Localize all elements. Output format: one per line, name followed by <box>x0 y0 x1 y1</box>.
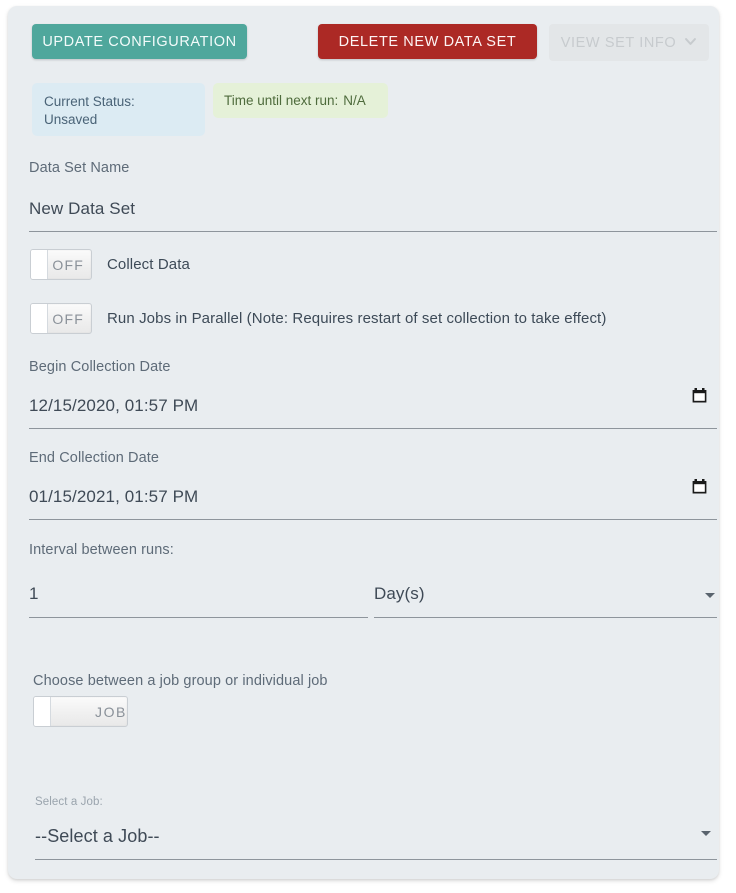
calendar-icon[interactable] <box>692 479 707 495</box>
interval-amount-underline <box>29 617 368 618</box>
interval-unit-wrapper: Day(s) <box>374 582 717 618</box>
chevron-down-icon[interactable] <box>701 831 711 836</box>
action-toolbar: UPDATE CONFIGURATION DELETE NEW DATA SET… <box>8 6 719 68</box>
begin-collection-date-label: Begin Collection Date <box>29 359 171 375</box>
begin-collection-date-underline <box>29 428 717 429</box>
run-parallel-label: Run Jobs in Parallel (Note: Requires res… <box>107 310 607 327</box>
collect-data-label: Collect Data <box>107 256 190 273</box>
job-choice-field: Choose between a job group or individual… <box>33 672 633 690</box>
delete-data-set-button[interactable]: DELETE NEW DATA SET <box>318 24 537 59</box>
chevron-down-icon <box>684 35 697 48</box>
update-configuration-button[interactable]: UPDATE CONFIGURATION <box>32 24 247 59</box>
interval-amount-wrapper: 1 <box>29 582 368 618</box>
data-set-configuration-card: UPDATE CONFIGURATION DELETE NEW DATA SET… <box>8 6 719 879</box>
chevron-down-icon[interactable] <box>705 593 715 598</box>
begin-collection-date-field: Begin Collection Date 12/15/2020, 01:57 … <box>29 358 717 429</box>
data-set-name-underline <box>29 231 717 232</box>
current-status-value: Unsaved <box>44 112 98 127</box>
data-set-name-input[interactable]: New Data Set <box>29 197 717 221</box>
current-status-badge: Current Status: Unsaved <box>32 83 205 136</box>
run-parallel-toggle-row: OFF Run Jobs in Parallel (Note: Requires… <box>30 303 606 334</box>
select-job-select[interactable]: --Select a Job-- <box>35 824 717 848</box>
interval-field: Interval between runs: <box>29 541 717 559</box>
next-run-value: N/A <box>343 93 366 108</box>
run-parallel-toggle[interactable]: OFF <box>30 303 92 334</box>
view-set-info-button[interactable]: VIEW SET INFO <box>549 24 709 61</box>
collect-data-toggle-knob <box>31 250 48 279</box>
end-collection-date-label: End Collection Date <box>29 450 160 466</box>
job-choice-toggle-knob <box>34 697 51 726</box>
interval-amount-input[interactable]: 1 <box>29 582 368 606</box>
next-run-badge: Time until next run: N/A <box>213 83 388 118</box>
end-collection-date-underline <box>29 519 717 520</box>
interval-unit-underline <box>374 617 717 618</box>
end-collection-date-input[interactable]: 01/15/2021, 01:57 PM <box>29 485 717 509</box>
next-run-label: Time until next run: <box>224 93 339 108</box>
select-job-underline <box>35 859 717 860</box>
data-set-name-field: Data Set Name New Data Set <box>29 159 717 232</box>
select-job-field: Select a Job: --Select a Job-- <box>35 793 717 860</box>
data-set-name-label: Data Set Name <box>29 160 130 176</box>
select-job-label: Select a Job: <box>35 796 103 808</box>
run-parallel-toggle-knob <box>31 304 48 333</box>
job-choice-label: Choose between a job group or individual… <box>33 673 328 689</box>
interval-label: Interval between runs: <box>29 542 174 558</box>
job-choice-toggle-row: JOB <box>33 696 128 727</box>
job-choice-toggle-state: JOB <box>94 703 127 720</box>
view-set-info-label: VIEW SET INFO <box>560 34 677 51</box>
calendar-icon[interactable] <box>692 388 707 404</box>
interval-unit-select[interactable]: Day(s) <box>374 582 717 606</box>
current-status-label: Current Status: <box>44 94 135 109</box>
collect-data-toggle[interactable]: OFF <box>30 249 92 280</box>
page-root: UPDATE CONFIGURATION DELETE NEW DATA SET… <box>0 0 736 893</box>
job-group-or-job-toggle[interactable]: JOB <box>33 696 128 727</box>
collect-data-toggle-row: OFF Collect Data <box>30 249 190 280</box>
begin-collection-date-input[interactable]: 12/15/2020, 01:57 PM <box>29 394 717 418</box>
end-collection-date-field: End Collection Date 01/15/2021, 01:57 PM <box>29 449 717 520</box>
